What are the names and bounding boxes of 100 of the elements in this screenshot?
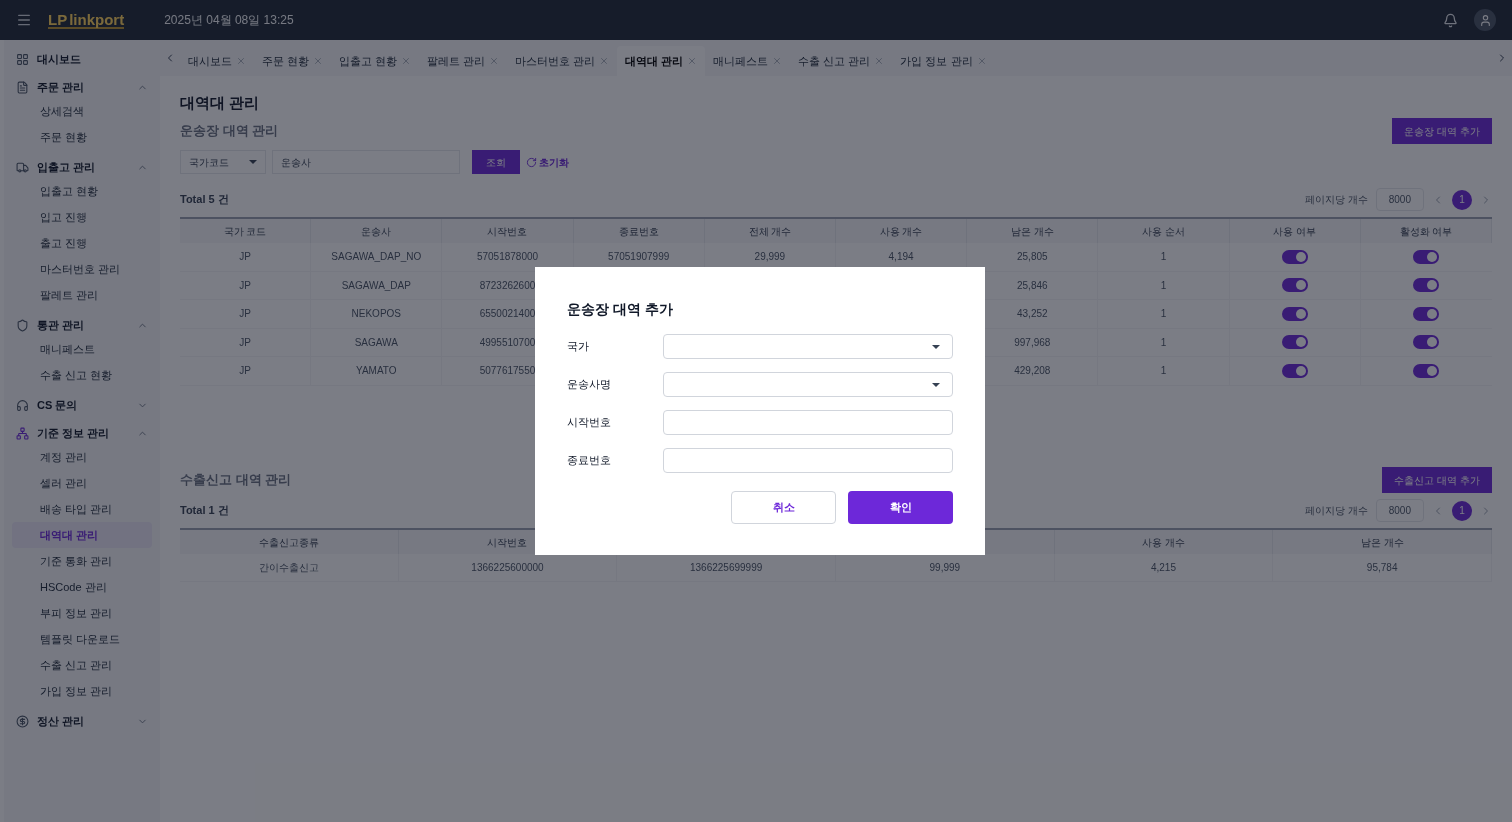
input-field[interactable] [663, 410, 953, 435]
close-icon[interactable] [976, 56, 987, 66]
per-page-field[interactable]: 8000 [1375, 499, 1424, 522]
dropdown-caret-icon [249, 160, 257, 164]
dialog-title: 운송장 대역 추가 [567, 300, 674, 319]
close-icon[interactable] [401, 56, 412, 66]
table-cell-text: SAGAWA_DAP_NO [331, 250, 422, 265]
sidebar-item[interactable]: 마스터번호 관리 [12, 256, 152, 282]
sidebar-item[interactable]: 출고 진행 [12, 230, 152, 256]
carrier-input[interactable]: 운송사 [272, 150, 460, 174]
toggle-switch[interactable] [1413, 249, 1440, 264]
sidebar-group[interactable]: 입출고 관리 [37, 158, 96, 176]
section-title: 수출신고 대역 관리 [180, 471, 292, 490]
reset-button[interactable]: 초기화 [526, 154, 569, 170]
tab[interactable]: 대시보드 [180, 46, 254, 76]
country-code-select[interactable]: 국가코드 [180, 150, 266, 174]
close-icon[interactable] [772, 56, 783, 66]
toggle-switch[interactable] [1281, 363, 1308, 378]
sidebar-group[interactable]: 통관 관리 [37, 316, 85, 334]
table-cell-text: 1 [1160, 278, 1167, 293]
page-button[interactable]: 1 [1452, 500, 1472, 521]
close-icon[interactable] [313, 56, 324, 66]
toggle-switch[interactable] [1281, 249, 1308, 264]
menu-icon[interactable] [16, 12, 32, 28]
tab[interactable]: 수출 신고 관리 [790, 46, 893, 76]
tab[interactable]: 대역대 관리 [617, 46, 706, 76]
sidebar-item[interactable]: HSCode 관리 [12, 574, 152, 600]
sidebar-item[interactable]: 기준 통화 관리 [12, 548, 152, 574]
add-range-button[interactable]: 수출신고 대역 추가 [1382, 467, 1492, 493]
page-button[interactable]: 1 [1452, 189, 1472, 210]
tab[interactable]: 팔레트 관리 [419, 46, 508, 76]
table-cell-text: 1 [1160, 335, 1167, 350]
truck-icon [16, 160, 29, 174]
sidebar-item[interactable]: 입출고 현황 [12, 178, 152, 204]
sidebar-item[interactable]: 배송 타입 관리 [12, 496, 152, 522]
sidebar-item[interactable]: 템플릿 다운로드 [12, 626, 152, 652]
tab[interactable]: 입출고 현황 [331, 46, 420, 76]
confirm-button[interactable]: 확인 [848, 491, 953, 524]
cancel-button[interactable]: 취소 [731, 491, 836, 524]
sidebar-item[interactable]: 매니페스트 [12, 336, 152, 362]
sidebar-item[interactable]: 수출 신고 관리 [12, 652, 152, 678]
column-header: 남은 개수 [967, 219, 1099, 243]
search-button[interactable]: 조회 [472, 150, 520, 174]
add-range-button[interactable]: 운송장 대역 추가 [1392, 118, 1492, 144]
tab[interactable]: 주문 현황 [254, 46, 332, 76]
toggle-switch[interactable] [1413, 278, 1440, 293]
sidebar-group[interactable]: 정산 관리 [37, 712, 85, 730]
toggle-switch[interactable] [1413, 335, 1440, 350]
close-icon[interactable] [489, 56, 500, 66]
sidebar-item[interactable]: 부피 정보 관리 [12, 600, 152, 626]
hierarchy-icon [16, 426, 29, 440]
close-icon[interactable] [236, 56, 246, 66]
close-icon[interactable] [874, 56, 885, 66]
toggle-switch[interactable] [1413, 363, 1440, 378]
table-cell-text: 4995510700 [479, 335, 536, 350]
select-field[interactable] [663, 334, 953, 359]
table-cell-text: YAMATO [356, 364, 397, 379]
sidebar-group[interactable]: 기준 정보 관리 [37, 424, 110, 442]
toggle-switch[interactable] [1281, 306, 1308, 321]
table-cell-text: 1366225600000 [471, 561, 544, 575]
sidebar-group[interactable]: CS 문의 [37, 396, 78, 414]
table-cell-text: JP [239, 278, 251, 293]
toggle-switch[interactable] [1281, 335, 1308, 350]
table-cell-text: 8723262600 [479, 278, 536, 293]
table-cell-text: 1366225699999 [690, 561, 763, 575]
page-title: 대역대 관리 [180, 93, 261, 113]
close-icon[interactable] [599, 56, 610, 66]
tab[interactable]: 마스터번호 관리 [507, 46, 618, 76]
sidebar-item[interactable]: 주문 현황 [12, 124, 152, 150]
table-cell-text: 25,805 [1017, 250, 1048, 265]
input-field[interactable] [663, 448, 953, 473]
toggle-switch[interactable] [1413, 306, 1440, 321]
close-icon[interactable] [687, 56, 698, 66]
sidebar-item[interactable]: 입고 진행 [12, 204, 152, 230]
select-field[interactable] [663, 372, 953, 397]
sidebar-group[interactable]: 주문 관리 [37, 78, 85, 96]
notification-icon[interactable] [1443, 12, 1458, 28]
sidebar-item[interactable]: 가입 정보 관리 [12, 678, 152, 704]
total-count: Total 5 건 [180, 192, 229, 208]
sidebar-item[interactable]: 대역대 관리 [12, 522, 152, 548]
tab[interactable]: 가입 정보 관리 [892, 46, 995, 76]
sidebar-item[interactable]: 셀러 관리 [12, 470, 152, 496]
tab[interactable]: 매니페스트 [705, 46, 791, 76]
table-cell-text: 95,784 [1366, 561, 1398, 575]
column-header: 시작번호 [487, 535, 528, 550]
sidebar-group[interactable]: 대시보드 [37, 50, 81, 68]
sidebar-item[interactable]: 계정 관리 [12, 444, 152, 470]
table-cell-text: 99,999 [929, 561, 961, 575]
per-page-field[interactable]: 8000 [1375, 188, 1424, 211]
dropdown-caret-icon [932, 382, 940, 387]
table-cell-text: 5077617550 [479, 364, 536, 379]
sidebar-item[interactable]: 상세검색 [12, 98, 152, 124]
dropdown-caret-icon [932, 344, 940, 349]
sidebar-item[interactable]: 수출 신고 현황 [12, 362, 152, 388]
table-cell-text: JP [239, 250, 251, 265]
table-cell-text: JP [239, 364, 251, 379]
sidebar-item[interactable]: 팔레트 관리 [12, 282, 152, 308]
toggle-switch[interactable] [1281, 278, 1308, 293]
profile-button[interactable] [1474, 9, 1496, 31]
section-title: 운송장 대역 관리 [180, 122, 279, 141]
